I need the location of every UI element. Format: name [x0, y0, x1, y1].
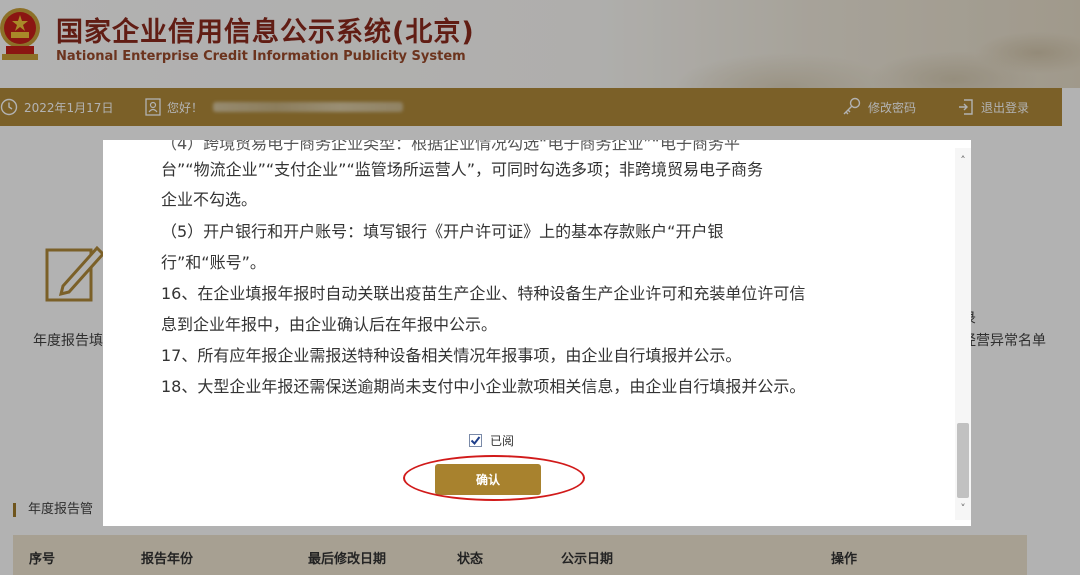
- notice-modal: （4）跨境贸易电子商务企业类型：根据企业情况勾选“电子商务企业”“电子商务平 台…: [103, 140, 971, 526]
- modal-scrollbar[interactable]: ˄ ˅: [955, 148, 971, 520]
- notice-line: 息到企业年报中，由企业确认后在年报中公示。: [161, 315, 498, 334]
- confirm-button[interactable]: 确认: [435, 464, 541, 495]
- scroll-up-icon[interactable]: ˄: [955, 152, 971, 168]
- notice-line: （5）开户银行和开户账号：填写银行《开户许可证》上的基本存款账户“开户银: [161, 222, 724, 241]
- notice-line: 台”“物流企业”“支付企业”“监管场所运营人”，可同时勾选多项；非跨境贸易电子商…: [161, 160, 764, 179]
- notice-line: 行”和“账号”。: [161, 253, 266, 272]
- notice-line: （4）跨境贸易电子商务企业类型：根据企业情况勾选“电子商务企业”“电子商务平: [161, 140, 741, 153]
- read-checkbox[interactable]: [469, 434, 482, 447]
- checkmark-icon: [470, 436, 481, 446]
- notice-line: 17、所有应年报企业需报送特种设备相关情况年报事项，由企业自行填报并公示。: [161, 346, 742, 365]
- scroll-down-icon[interactable]: ˅: [955, 500, 971, 516]
- notice-line: 企业不勾选。: [161, 190, 258, 209]
- notice-line: 18、大型企业年报还需保送逾期尚未支付中小企业款项相关信息，由企业自行填报并公示…: [161, 377, 806, 396]
- read-label: 已阅: [490, 434, 515, 448]
- notice-line: 16、在企业填报年报时自动关联出疫苗生产企业、特种设备生产企业许可和充装单位许可…: [161, 284, 806, 303]
- read-confirmation: 已阅: [469, 432, 514, 449]
- scroll-thumb[interactable]: [957, 423, 969, 498]
